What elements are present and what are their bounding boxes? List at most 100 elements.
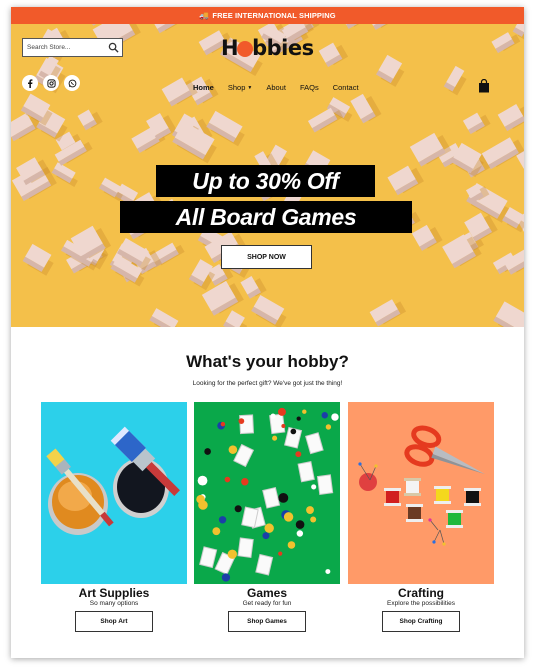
promo-banner: 🚚 FREE INTERNATIONAL SHIPPING bbox=[11, 7, 524, 24]
game-token bbox=[221, 573, 231, 582]
instagram-icon[interactable] bbox=[43, 75, 59, 91]
game-token bbox=[262, 532, 270, 540]
playing-card bbox=[239, 414, 255, 435]
crafting-image[interactable] bbox=[348, 402, 494, 584]
game-token bbox=[278, 551, 283, 556]
game-token bbox=[325, 424, 332, 430]
playing-card bbox=[305, 432, 324, 455]
hero-block bbox=[251, 294, 287, 327]
card-title: Games bbox=[246, 586, 288, 600]
hero-block bbox=[149, 308, 181, 327]
hero-block bbox=[369, 299, 407, 327]
game-token bbox=[310, 516, 317, 523]
hero-block bbox=[341, 24, 364, 30]
hero-block bbox=[318, 42, 349, 68]
game-token bbox=[325, 569, 331, 575]
logo-ball-icon bbox=[237, 41, 254, 57]
card-subtitle: Get ready for fun bbox=[242, 600, 292, 607]
hero-headline-line1: Up to 30% Off bbox=[156, 165, 375, 197]
whatsapp-icon[interactable] bbox=[64, 75, 80, 91]
game-token bbox=[197, 475, 208, 486]
hero-block bbox=[376, 54, 405, 87]
hero-block bbox=[443, 65, 467, 96]
game-token bbox=[220, 421, 226, 427]
game-token bbox=[238, 418, 245, 424]
truck-icon: 🚚 bbox=[199, 11, 210, 20]
game-token bbox=[306, 506, 314, 514]
game-token bbox=[224, 476, 231, 483]
hero-headline-line2: All Board Games bbox=[120, 201, 412, 233]
playing-card bbox=[199, 546, 218, 569]
logo-text-right: bbies bbox=[252, 36, 314, 60]
nav-item-home[interactable]: Home bbox=[186, 83, 221, 92]
game-token bbox=[283, 512, 294, 522]
game-token bbox=[302, 409, 307, 414]
shopping-bag-icon[interactable] bbox=[478, 79, 490, 93]
search-input[interactable] bbox=[23, 39, 107, 56]
game-token bbox=[227, 549, 237, 559]
hero-block bbox=[497, 104, 524, 132]
section-subtitle: Looking for the perfect gift? We've got … bbox=[192, 380, 343, 387]
card-title: Art Supplies bbox=[78, 586, 150, 600]
main-nav: Home Shop ▼ About FAQs Contact bbox=[186, 83, 366, 92]
nav-item-shop[interactable]: Shop ▼ bbox=[221, 83, 259, 92]
search-icon[interactable] bbox=[108, 42, 119, 53]
card-title: Crafting bbox=[398, 586, 444, 600]
shop-games-button[interactable]: Shop Games bbox=[228, 611, 306, 632]
game-token bbox=[281, 423, 286, 428]
hero-block bbox=[350, 93, 382, 124]
playing-card bbox=[297, 461, 315, 483]
shop-crafting-button[interactable]: Shop Crafting bbox=[382, 611, 460, 632]
hero-block bbox=[223, 310, 248, 327]
shop-art-button[interactable]: Shop Art bbox=[75, 611, 153, 632]
game-token bbox=[218, 516, 227, 524]
facebook-icon[interactable] bbox=[22, 75, 38, 91]
game-token bbox=[198, 500, 208, 510]
card-subtitle: Explore the possibilities bbox=[387, 600, 455, 607]
game-token bbox=[295, 451, 302, 458]
game-token bbox=[234, 505, 242, 513]
game-token bbox=[212, 527, 221, 536]
hero-block bbox=[77, 109, 103, 131]
game-token bbox=[228, 445, 238, 454]
hero-block bbox=[493, 301, 524, 327]
game-token bbox=[241, 478, 249, 486]
hero-block bbox=[462, 112, 491, 135]
hero-block bbox=[148, 24, 185, 34]
playing-card bbox=[316, 474, 334, 495]
hero-banner: H bbies Home Shop▼ About FAQs Contact bbox=[11, 24, 524, 327]
site-logo[interactable]: H bbies bbox=[221, 34, 316, 62]
game-token bbox=[321, 412, 328, 419]
playing-card bbox=[255, 553, 274, 576]
shop-now-button[interactable]: SHOP NOW bbox=[221, 245, 312, 269]
game-token bbox=[270, 413, 276, 419]
game-token bbox=[296, 530, 304, 537]
playing-card bbox=[237, 537, 254, 558]
game-token bbox=[290, 428, 297, 435]
game-token bbox=[204, 448, 211, 455]
game-token bbox=[272, 435, 278, 441]
hero-block bbox=[387, 165, 424, 196]
game-token bbox=[331, 413, 339, 421]
logo-text-left: H bbox=[221, 36, 239, 60]
playing-card bbox=[262, 486, 281, 509]
games-image[interactable] bbox=[194, 402, 340, 584]
social-links bbox=[22, 75, 80, 91]
nav-item-about[interactable]: About bbox=[259, 83, 293, 92]
hero-block bbox=[22, 243, 54, 276]
game-token bbox=[311, 484, 317, 490]
art-supplies-image[interactable] bbox=[41, 402, 187, 584]
hero-block bbox=[411, 224, 443, 251]
game-token bbox=[277, 407, 286, 416]
nav-item-contact[interactable]: Contact bbox=[326, 83, 366, 92]
game-token bbox=[295, 520, 305, 529]
nav-item-faqs[interactable]: FAQs bbox=[293, 83, 326, 92]
section-title: What's your hobby? bbox=[186, 352, 349, 371]
game-token bbox=[264, 523, 274, 533]
chevron-down-icon: ▼ bbox=[247, 84, 253, 91]
search-box[interactable] bbox=[22, 38, 123, 57]
card-subtitle: So many options bbox=[89, 600, 139, 607]
hero-block bbox=[188, 259, 216, 291]
game-token bbox=[287, 541, 296, 549]
hero-block bbox=[368, 24, 396, 31]
